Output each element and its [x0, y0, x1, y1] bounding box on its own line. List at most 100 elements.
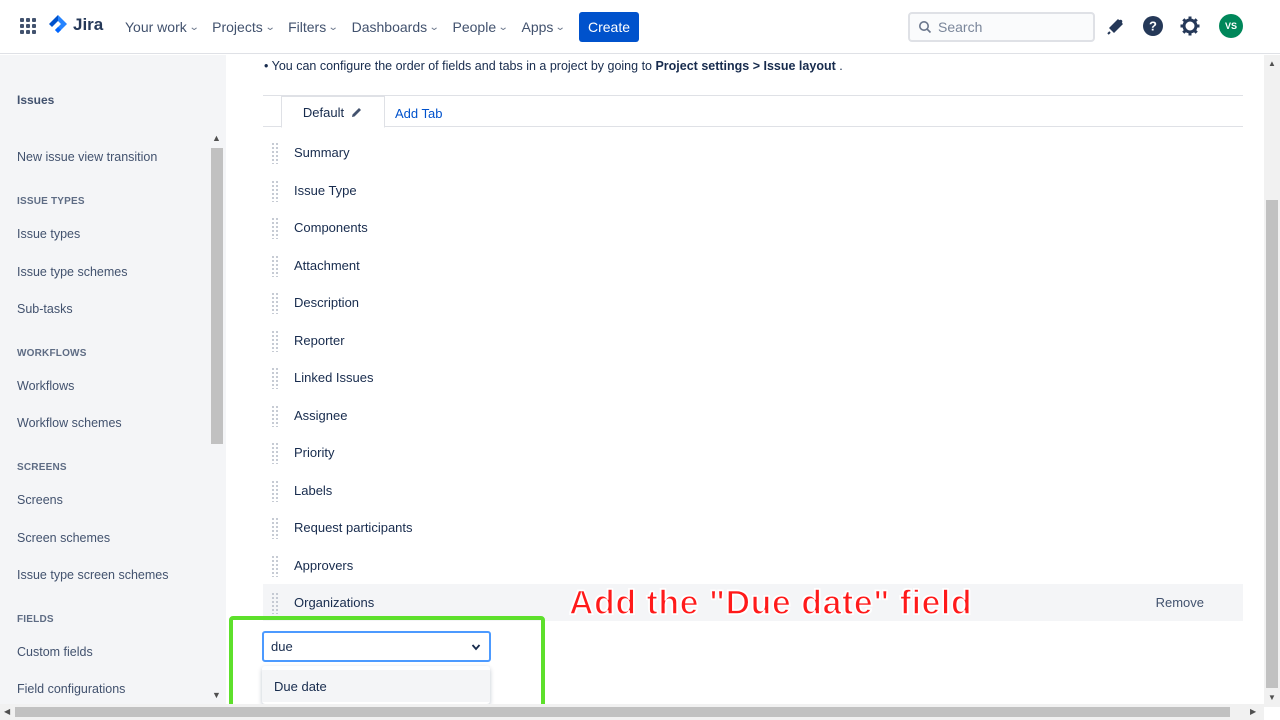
sidebar-item-issue-type-screen-schemes[interactable]: Issue type screen schemes: [17, 568, 168, 582]
field-row-request-participants[interactable]: Request participants: [263, 509, 1243, 546]
drag-handle-icon[interactable]: [271, 216, 279, 239]
field-row-priority[interactable]: Priority: [263, 434, 1243, 471]
settings-gear-icon[interactable]: [1179, 15, 1201, 37]
sidebar-item-workflow-schemes[interactable]: Workflow schemes: [17, 416, 122, 430]
option-due-date[interactable]: Due date: [262, 670, 490, 702]
drag-handle-icon[interactable]: [271, 404, 279, 427]
field-label: Attachment: [294, 258, 360, 273]
sidebar-item-new-issue-view-transition[interactable]: New issue view transition: [17, 150, 157, 164]
edit-pencil-icon[interactable]: [350, 106, 363, 119]
add-field-input[interactable]: [271, 639, 461, 654]
field-row-summary[interactable]: Summary: [263, 134, 1243, 171]
bullet: •: [264, 59, 269, 73]
field-label: Organizations: [294, 595, 375, 610]
chevron-down-icon: ⌄: [428, 21, 440, 33]
nav-people[interactable]: People ⌄: [446, 11, 515, 43]
page-vertical-scrollbar[interactable]: ▲ ▼: [1264, 55, 1280, 707]
annotation-text: Add the "Due date" field: [568, 583, 973, 623]
field-label: Request participants: [294, 520, 413, 535]
sidebar-scrollbar-thumb[interactable]: [211, 148, 223, 444]
nav-label: Projects: [212, 19, 263, 35]
field-label: Approvers: [294, 558, 354, 573]
notifications-icon[interactable]: [1105, 15, 1127, 37]
drag-handle-icon[interactable]: [271, 254, 279, 277]
info-bold-issue-layout: Issue layout: [763, 59, 836, 73]
field-row-assignee[interactable]: Assignee: [263, 397, 1243, 434]
nav-label: Filters: [288, 19, 327, 35]
scroll-up-icon[interactable]: ▲: [1268, 59, 1276, 68]
sidebar-heading-issue-types: ISSUE TYPES: [17, 196, 85, 207]
sidebar-item-issue-type-schemes[interactable]: Issue type schemes: [17, 265, 127, 279]
drag-handle-icon[interactable]: [271, 366, 279, 389]
scroll-up-icon[interactable]: ▲: [212, 133, 221, 143]
drag-handle-icon[interactable]: [271, 329, 279, 352]
field-label: Description: [294, 295, 360, 310]
nav-projects[interactable]: Projects ⌄: [205, 11, 281, 43]
page-horizontal-scrollbar[interactable]: ◀ ▶: [0, 704, 1264, 720]
scroll-down-icon[interactable]: ▼: [212, 690, 221, 700]
page-vertical-scrollbar-thumb[interactable]: [1266, 200, 1278, 688]
nav-menu: Your work ⌄ Projects ⌄ Filters ⌄ Dashboards…: [118, 0, 572, 54]
user-avatar[interactable]: VS: [1219, 14, 1243, 38]
drag-handle-icon[interactable]: [271, 591, 279, 614]
field-options-dropdown: Due date: [262, 666, 490, 704]
field-row-description[interactable]: Description: [263, 284, 1243, 321]
sidebar-item-sub-tasks[interactable]: Sub-tasks: [17, 302, 73, 316]
help-icon[interactable]: ?: [1142, 15, 1164, 37]
top-navigation: Jira Your work ⌄ Projects ⌄ Filters ⌄ Dashb…: [0, 0, 1280, 54]
field-label: Linked Issues: [294, 370, 374, 385]
field-row-reporter[interactable]: Reporter: [263, 322, 1243, 359]
info-text: You can configure the order of fields an…: [271, 59, 656, 73]
drag-handle-icon[interactable]: [271, 479, 279, 502]
tab-default[interactable]: Default: [281, 96, 385, 128]
sidebar-heading-workflows: WORKFLOWS: [17, 348, 87, 359]
chevron-down-icon: ⌄: [555, 21, 567, 33]
nav-dashboards[interactable]: Dashboards ⌄: [345, 11, 446, 43]
field-row-linked-issues[interactable]: Linked Issues: [263, 359, 1243, 396]
sidebar-item-screen-schemes[interactable]: Screen schemes: [17, 531, 110, 545]
jira-logo-icon: [49, 15, 67, 33]
drag-handle-icon[interactable]: [271, 441, 279, 464]
add-field-select[interactable]: [262, 631, 491, 662]
nav-filters[interactable]: Filters ⌄: [281, 11, 345, 43]
field-row-attachment[interactable]: Attachment: [263, 247, 1243, 284]
nav-label: Apps: [521, 19, 554, 35]
logo-text: Jira: [73, 15, 104, 34]
drag-handle-icon[interactable]: [271, 291, 279, 314]
search-input[interactable]: [938, 19, 1078, 35]
remove-field-link[interactable]: Remove: [1156, 595, 1204, 610]
sidebar-item-field-configurations[interactable]: Field configurations: [17, 682, 125, 696]
sidebar-heading-fields: FIELDS: [17, 614, 54, 625]
scroll-down-icon[interactable]: ▼: [1268, 693, 1276, 702]
sidebar-item-custom-fields[interactable]: Custom fields: [17, 645, 93, 659]
search-box[interactable]: [908, 12, 1095, 42]
field-row-components[interactable]: Components: [263, 209, 1243, 246]
drag-handle-icon[interactable]: [271, 179, 279, 202]
scroll-left-icon[interactable]: ◀: [4, 707, 10, 716]
field-label: Components: [294, 220, 368, 235]
drag-handle-icon[interactable]: [271, 516, 279, 539]
create-button[interactable]: Create: [579, 12, 639, 42]
nav-your-work[interactable]: Your work ⌄: [118, 11, 205, 43]
drag-handle-icon[interactable]: [271, 141, 279, 164]
field-label: Priority: [294, 445, 335, 460]
app-switcher-icon[interactable]: [20, 18, 36, 34]
sidebar-item-screens[interactable]: Screens: [17, 493, 63, 507]
sidebar-scrollbar[interactable]: ▲ ▼: [210, 133, 224, 703]
page-horizontal-scrollbar-thumb[interactable]: [15, 707, 1230, 717]
nav-label: Dashboards: [351, 19, 428, 35]
scroll-right-icon[interactable]: ▶: [1250, 707, 1256, 716]
drag-handle-icon[interactable]: [271, 554, 279, 577]
field-row-approvers[interactable]: Approvers: [263, 547, 1243, 584]
sidebar-item-issue-types[interactable]: Issue types: [17, 227, 80, 241]
chevron-down-icon[interactable]: [471, 642, 481, 652]
chevron-down-icon: ⌄: [264, 21, 276, 33]
sidebar-item-workflows[interactable]: Workflows: [17, 379, 74, 393]
field-row-labels[interactable]: Labels: [263, 472, 1243, 509]
field-row-issue-type[interactable]: Issue Type: [263, 172, 1243, 209]
add-tab-link[interactable]: Add Tab: [395, 106, 442, 121]
info-message: • You can configure the order of fields …: [264, 59, 843, 73]
jira-logo[interactable]: Jira: [48, 14, 103, 36]
nav-apps[interactable]: Apps ⌄: [515, 11, 572, 43]
info-suffix: .: [835, 59, 843, 73]
